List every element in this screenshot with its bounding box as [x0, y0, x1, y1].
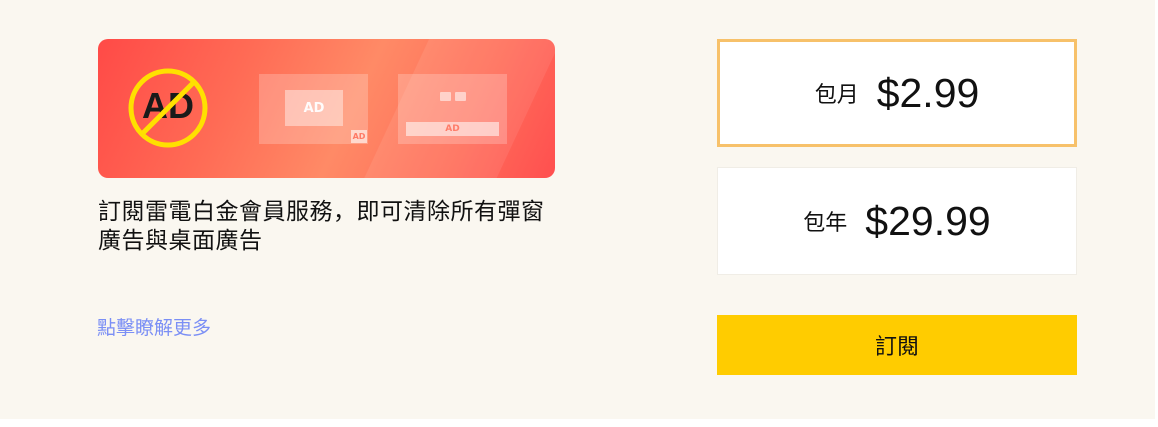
service-description: 訂閱雷電白金會員服務，即可清除所有彈窗廣告與桌面廣告 — [98, 199, 545, 254]
plan-monthly-option[interactable]: 包月 $2.99 — [717, 39, 1077, 147]
desktop-ad-label: AD — [406, 122, 499, 136]
popup-ad-corner-label: AD — [351, 130, 367, 143]
desktop-ad-mockup: AD — [398, 74, 507, 144]
plan-yearly-price: $29.99 — [865, 197, 991, 244]
subscription-panel: AD AD AD AD 訂閱雷電白金會員服務，即可清除所有彈窗廣告與桌面廣告 點… — [0, 0, 1155, 419]
plan-yearly-label: 包年 — [803, 211, 848, 236]
mini-window-icon — [440, 92, 451, 101]
popup-ad-mockup: AD AD — [259, 74, 368, 144]
no-ad-icon: AD — [128, 68, 208, 148]
subscribe-button[interactable]: 訂閱 — [717, 315, 1077, 375]
plan-monthly-label: 包月 — [814, 83, 859, 108]
mini-window-icon — [455, 92, 466, 101]
promo-banner: AD AD AD AD — [98, 39, 555, 178]
learn-more-link[interactable]: 點擊瞭解更多 — [97, 313, 211, 340]
plan-yearly-option[interactable]: 包年 $29.99 — [717, 167, 1077, 275]
plan-monthly-price: $2.99 — [876, 69, 980, 116]
popup-ad-label: AD — [285, 90, 343, 126]
